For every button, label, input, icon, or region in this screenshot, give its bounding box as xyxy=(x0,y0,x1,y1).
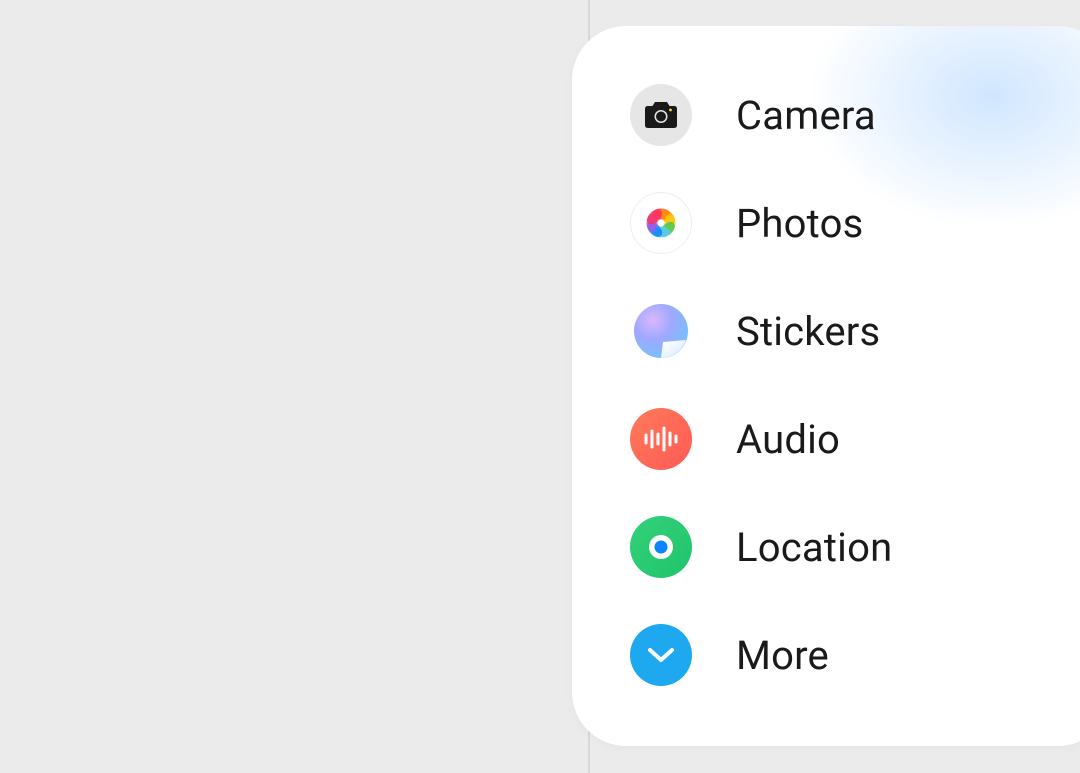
menu-item-label: Photos xyxy=(736,200,863,247)
menu-item-label: Location xyxy=(736,524,892,571)
location-icon xyxy=(630,516,692,578)
menu-item-audio[interactable]: Audio xyxy=(630,408,892,470)
attachment-menu-panel: Camera Photos xyxy=(572,26,1080,746)
audio-icon xyxy=(630,408,692,470)
stickers-icon xyxy=(630,300,692,362)
menu-item-label: Stickers xyxy=(736,308,880,355)
menu-item-more[interactable]: More xyxy=(630,624,892,686)
chevron-down-icon xyxy=(630,624,692,686)
photos-icon xyxy=(630,192,692,254)
attachment-menu: Camera Photos xyxy=(630,84,892,686)
menu-item-stickers[interactable]: Stickers xyxy=(630,300,892,362)
menu-item-label: Camera xyxy=(736,92,876,139)
menu-item-camera[interactable]: Camera xyxy=(630,84,892,146)
menu-item-photos[interactable]: Photos xyxy=(630,192,892,254)
menu-item-location[interactable]: Location xyxy=(630,516,892,578)
menu-item-label: Audio xyxy=(736,416,840,463)
menu-item-label: More xyxy=(736,632,829,679)
camera-icon xyxy=(630,84,692,146)
